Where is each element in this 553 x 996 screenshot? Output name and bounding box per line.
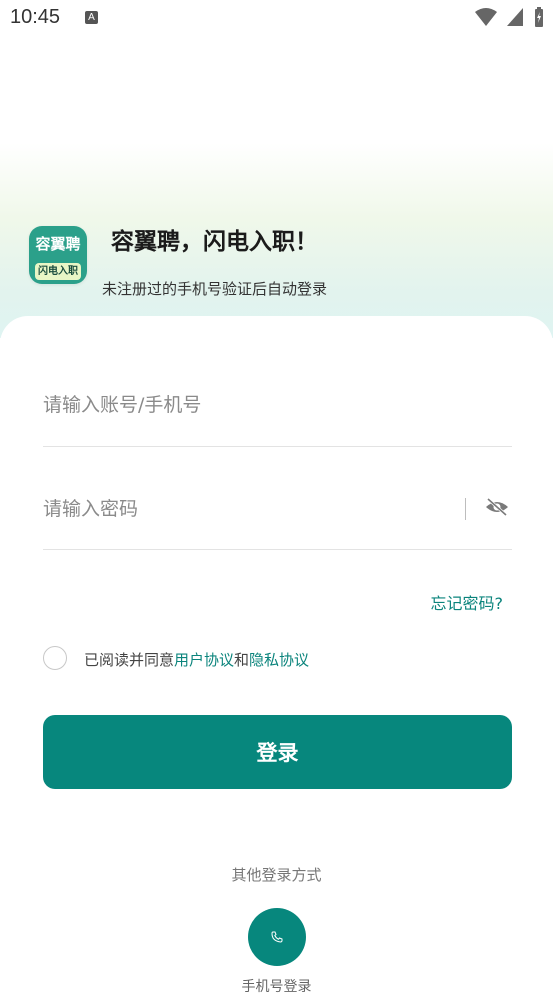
account-underline	[43, 446, 512, 447]
signal-icon	[506, 8, 523, 26]
password-input[interactable]	[43, 496, 453, 522]
phone-login-button[interactable]	[248, 908, 306, 966]
status-bar: 10:45 A	[0, 0, 553, 38]
phone-login-label[interactable]: 手机号登录	[0, 976, 553, 996]
eye-off-icon[interactable]	[485, 497, 509, 517]
privacy-agreement-link[interactable]: 隐私协议	[249, 651, 309, 669]
password-underline	[43, 549, 512, 550]
notification-icon: A	[85, 11, 98, 24]
page-title: 容翼聘，闪电入职！	[111, 229, 318, 255]
other-login-heading: 其他登录方式	[231, 866, 322, 884]
agreement-prefix: 已阅读并同意	[84, 651, 175, 669]
system-icons	[471, 6, 545, 30]
agreement-and: 和	[234, 651, 250, 669]
login-button[interactable]: 登录	[43, 715, 512, 789]
logo-text-top: 容翼聘	[35, 235, 81, 253]
wifi-icon	[474, 8, 497, 26]
user-agreement-link[interactable]: 用户协议	[174, 651, 234, 669]
agreement-checkbox[interactable]	[43, 646, 67, 670]
password-divider	[465, 498, 466, 520]
account-input[interactable]	[43, 392, 503, 418]
logo-text-bottom: 闪电入职	[35, 263, 81, 280]
battery-icon	[535, 7, 543, 27]
clock: 10:45	[10, 6, 61, 28]
page-subtitle: 未注册过的手机号验证后自动登录	[102, 280, 328, 298]
app-logo: 容翼聘 闪电入职	[29, 226, 87, 284]
forgot-password-link[interactable]: 忘记密码?	[431, 590, 504, 614]
phone-icon	[271, 931, 283, 943]
agreement-text: 已阅读并同意用户协议和隐私协议	[84, 649, 309, 670]
